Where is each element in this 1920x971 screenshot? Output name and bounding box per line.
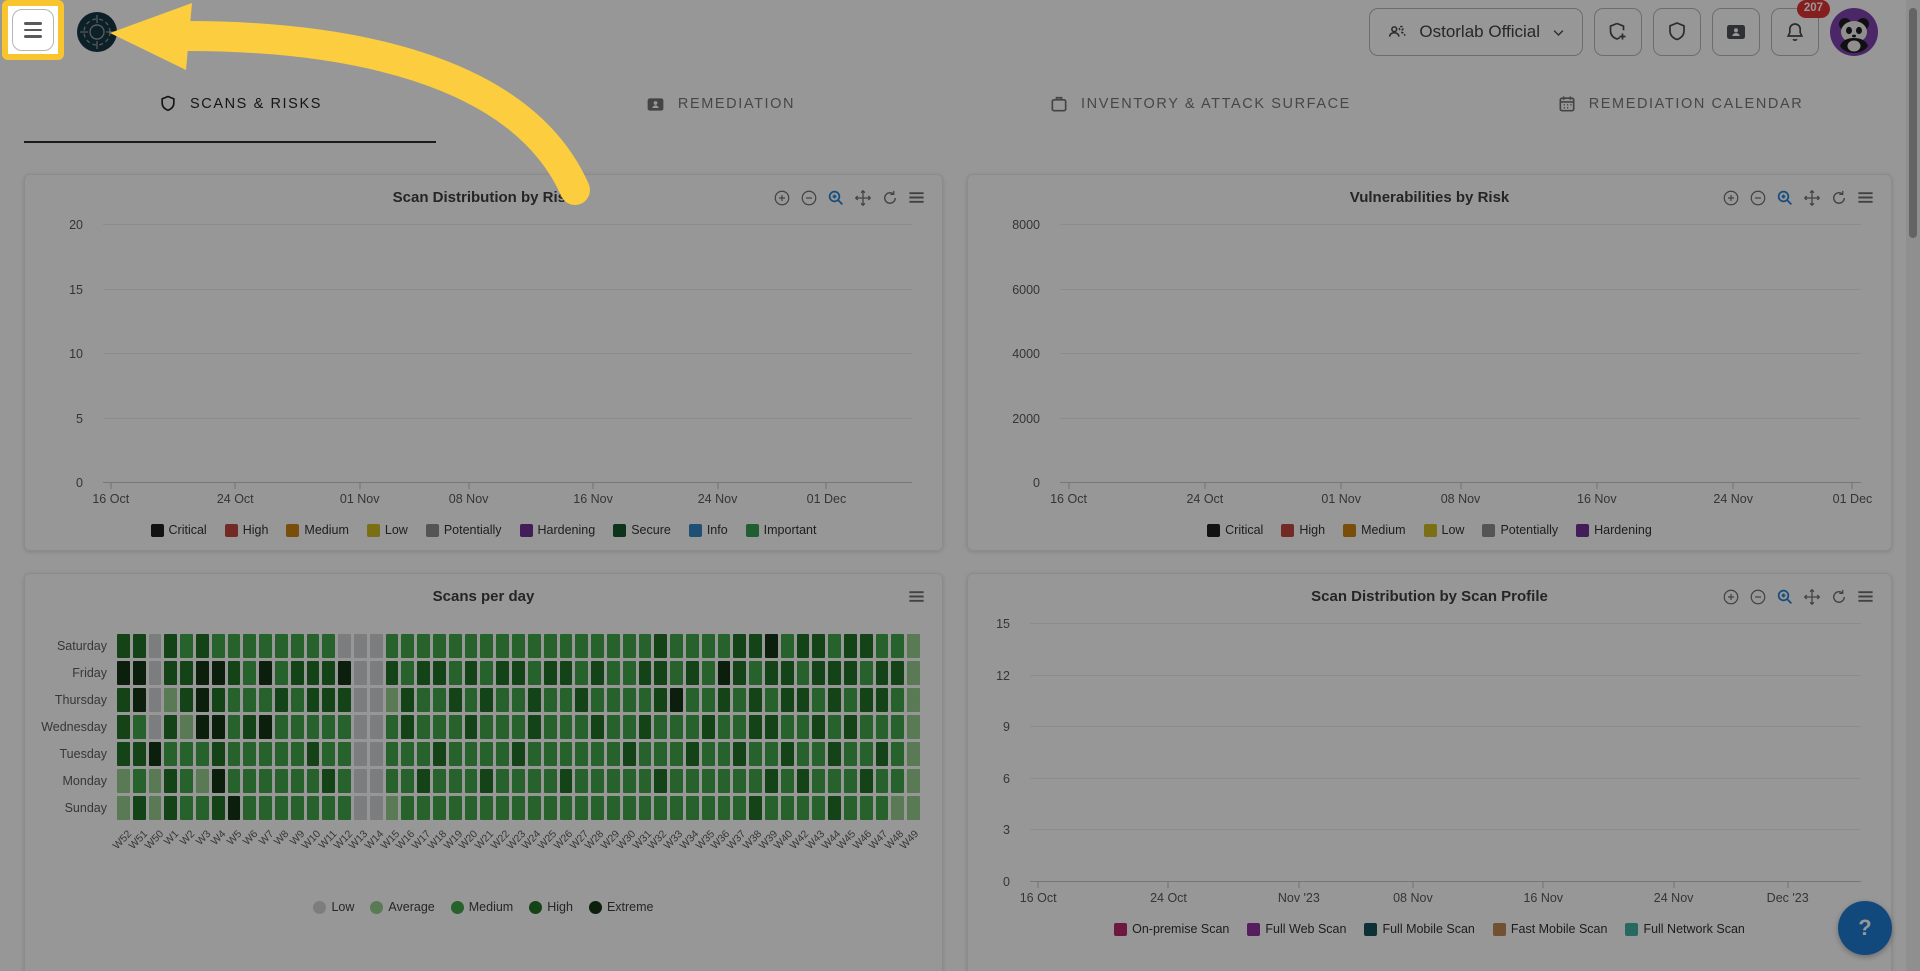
- hamburger-menu-button-highlighted[interactable]: [12, 9, 54, 51]
- dashboard-page: Ostorlab Official 207 SCANS & RISKS REME…: [0, 0, 1920, 971]
- dim-overlay: [0, 0, 1920, 971]
- tutorial-spotlight[interactable]: [2, 0, 64, 60]
